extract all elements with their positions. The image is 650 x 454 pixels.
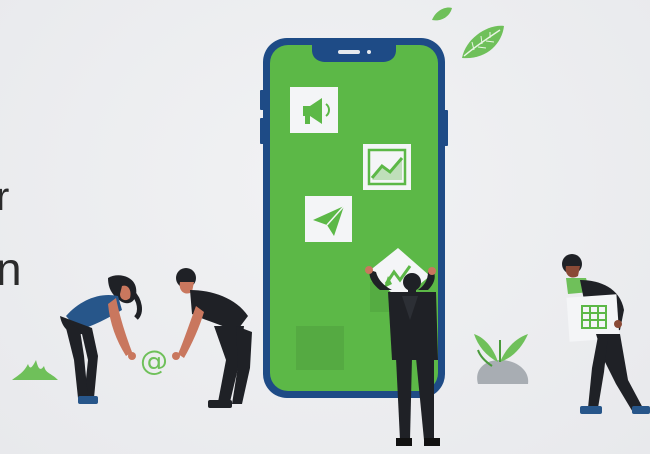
person-man-leaning [172, 268, 252, 408]
person-carrying-spreadsheet [562, 254, 650, 414]
scene-svg: @ [12, 7, 650, 446]
potted-plant-rock [474, 334, 529, 384]
megaphone-icon [290, 87, 338, 133]
paper-plane-icon [305, 196, 352, 242]
small-leaf-icon [432, 7, 452, 21]
illustration-canvas: r n @ [0, 0, 650, 454]
at-sign-text: @ [140, 344, 168, 377]
leaf-icon [462, 25, 504, 59]
person-woman-bending [60, 275, 142, 404]
chart-icon [363, 144, 411, 190]
grass-tuft-left [12, 360, 58, 380]
at-sign-icon: @ [140, 344, 168, 377]
